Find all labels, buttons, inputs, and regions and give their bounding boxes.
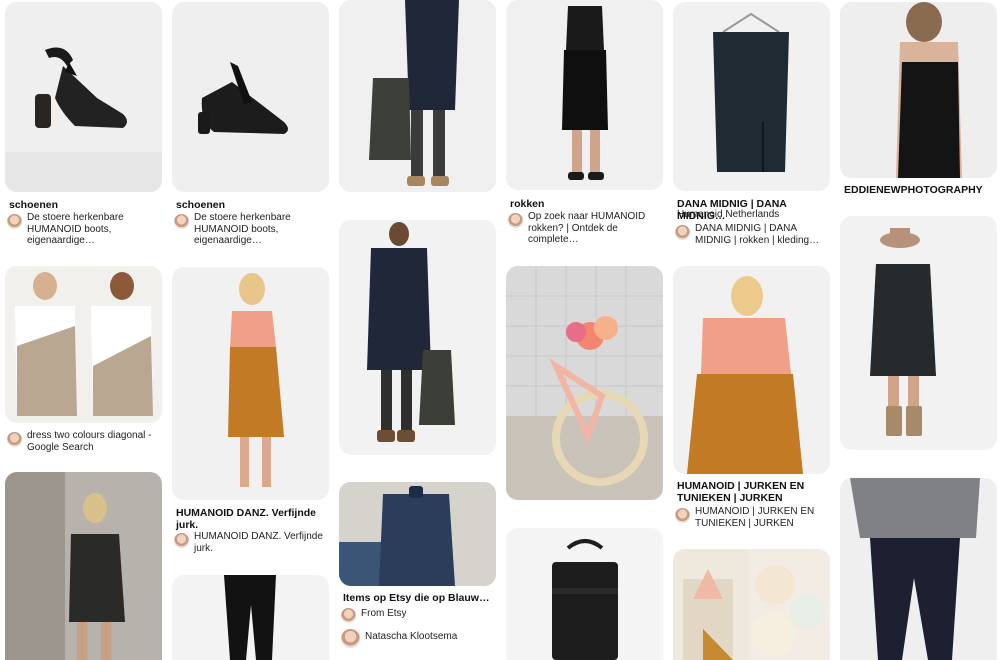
pin-meta: HUMANOID DANZ. Verfijnde jurk.: [174, 531, 328, 554]
pin-description: De stoere herkenbare HUMANOID boots, eig…: [194, 212, 291, 246]
pin-meta: dress two colours diagonal - Google Sear…: [7, 430, 161, 453]
avatar[interactable]: [341, 608, 356, 623]
pin-title[interactable]: HUMANOID | JURKEN EN TUNIEKEN | JURKEN: [677, 480, 829, 504]
avatar[interactable]: [7, 432, 22, 447]
pin-image-navy-dress-tote[interactable]: [339, 220, 496, 455]
pin-image-black-trousers[interactable]: [172, 575, 329, 660]
pin-description: HUMANOID DANZ. Verfijnde jurk.: [194, 531, 323, 554]
pin-description: Op zoek naar HUMANOID rokken? | Ontdek d…: [528, 211, 646, 245]
pin-image-pink-bicycle[interactable]: [506, 266, 663, 500]
pin-image-navy-dress-bag[interactable]: [339, 0, 496, 192]
avatar[interactable]: [341, 629, 360, 648]
pin-title[interactable]: schoenen: [9, 199, 161, 211]
pin-meta: DANA MIDNIG | DANA MIDNIG | rokken | kle…: [675, 223, 829, 246]
pin-image-sandal[interactable]: [172, 2, 329, 192]
pin-image-hat-dress[interactable]: [840, 216, 997, 450]
pin-source[interactable]: From Etsy: [361, 608, 407, 620]
avatar[interactable]: [675, 508, 690, 523]
pin-image-navy-trousers[interactable]: [840, 478, 997, 660]
avatar[interactable]: [174, 214, 189, 229]
pin-title[interactable]: HUMANOID DANZ. Verfijnde jurk.: [176, 507, 328, 531]
pin-description: De stoere herkenbare HUMANOID boots, eig…: [27, 212, 124, 246]
pin-meta: De stoere herkenbare HUMANOID boots, eig…: [174, 212, 328, 247]
pin-meta-source: From Etsy: [341, 606, 495, 623]
pin-meta-author: Natascha Klootsema: [341, 627, 495, 648]
pin-image-black-backpack[interactable]: [506, 528, 663, 660]
pin-description: DANA MIDNIG | DANA MIDNIG | rokken | kle…: [695, 223, 820, 246]
pin-image-diagonal-dress[interactable]: [5, 266, 162, 423]
pin-image-coral-mustard-dress[interactable]: [673, 266, 830, 474]
avatar[interactable]: [174, 533, 189, 548]
pin-title[interactable]: Items op Etsy die op Blauw…: [343, 592, 495, 604]
pin-description: HUMANOID | JURKEN EN TUNIEKEN | JURKEN: [695, 506, 815, 529]
pin-image-black-dress-street[interactable]: [5, 472, 162, 660]
pin-author[interactable]: Natascha Klootsema: [365, 631, 457, 643]
pin-image-black-dress-back[interactable]: [840, 2, 997, 178]
pin-image-hanger-skirt[interactable]: [673, 2, 830, 191]
pin-image-sandal[interactable]: [5, 2, 162, 192]
pin-meta: De stoere herkenbare HUMANOID boots, eig…: [7, 212, 161, 247]
pin-title[interactable]: schoenen: [176, 199, 328, 211]
pin-title[interactable]: EDDIENEWPHOTOGRAPHY: [844, 184, 996, 196]
pin-meta: Op zoek naar HUMANOID rokken? | Ontdek d…: [508, 211, 662, 246]
avatar[interactable]: [7, 214, 22, 229]
pin-image-backpack-etsy[interactable]: [339, 482, 496, 586]
pin-image-coral-mustard-dress[interactable]: [172, 267, 329, 500]
avatar[interactable]: [675, 225, 690, 240]
pin-title[interactable]: rokken: [510, 198, 662, 210]
pin-image-black-skirt[interactable]: [506, 0, 663, 190]
avatar[interactable]: [508, 213, 523, 228]
pin-image-macrame-bowls[interactable]: [673, 549, 830, 660]
pin-description: dress two colours diagonal - Google Sear…: [27, 430, 152, 453]
pin-meta: HUMANOID | JURKEN EN TUNIEKEN | JURKEN: [675, 506, 829, 529]
pin-subtitle: Humanoid Netherlands: [677, 209, 780, 220]
